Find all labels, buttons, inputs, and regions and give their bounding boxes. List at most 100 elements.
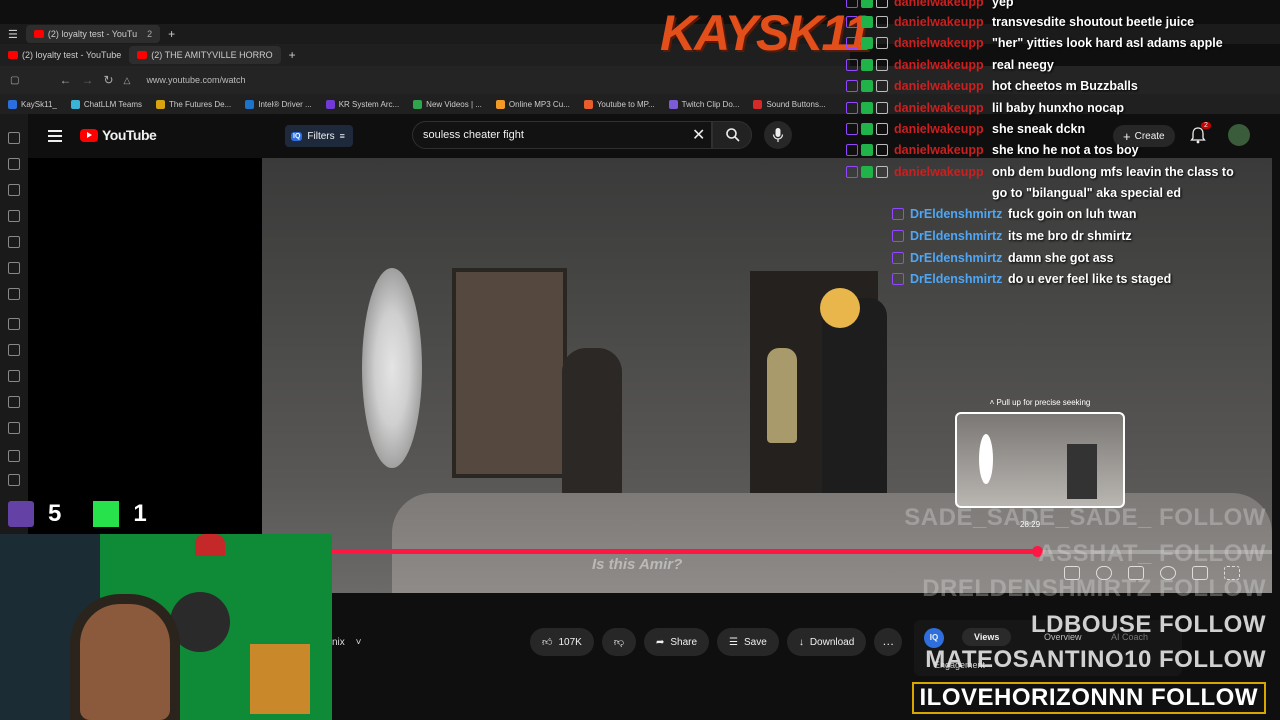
chat-badge-icon [876,102,888,114]
new-tab-button[interactable]: + [160,25,183,43]
tab-count: 2 [147,29,153,39]
sidebar-app-icon[interactable] [8,370,20,382]
bookmark-item[interactable]: Youtube to MP... [583,99,655,109]
menu-icon[interactable] [48,130,62,142]
chat-badges [846,119,888,135]
chat-badge-icon [861,16,873,28]
browser-tab-amityville[interactable]: (2) THE AMITYVILLE HORRO [129,46,281,64]
sidebar-app-icon[interactable] [8,158,20,170]
download-button[interactable]: ↓ Download [786,628,867,656]
chat-badge-icon [846,166,858,178]
bookmark-item[interactable]: Sound Buttons... [753,99,826,109]
reload-icon[interactable]: ↻ [103,73,113,87]
chat-badge-icon [876,0,888,8]
chat-text: fuck goin on luh twan [1008,207,1137,221]
chat-username: danielwakeupp [894,58,984,72]
bookmark-item[interactable]: Online MP3 Cu... [495,99,570,109]
back-icon[interactable]: ← [59,73,71,87]
emoji-face-icon [820,288,860,328]
streamer-logo: KAYSK11 [660,5,871,61]
chat-text: its me bro dr shmirtz [1008,229,1132,243]
search-input[interactable]: souless cheater fight [412,121,712,149]
sidebar-app-icon[interactable] [8,236,20,248]
clear-search-icon[interactable]: ✕ [692,125,705,145]
voice-search-button[interactable] [764,121,792,149]
chat-badge-icon [846,0,858,8]
bookmark-favicon-icon [155,99,165,109]
like-button[interactable]: 👍︎ 107K [530,628,594,656]
bookmark-item[interactable]: Twitch Clip Do... [668,99,739,109]
sidebar-app-icon[interactable] [8,474,20,486]
filters-button[interactable]: IQ Filters ≡ [285,125,353,147]
sidebar-app-icon[interactable] [8,450,20,462]
chat-badge-icon [861,144,873,156]
chat-message: danielwakeupp hot cheetos m Buzzballs [846,76,1242,97]
sidebar-toggle-icon[interactable]: ▢ [10,75,19,86]
share-button[interactable]: ➦ Share [643,628,710,656]
follow-alert: LDBOUSE FOLLOW [1031,610,1266,638]
bookmark-item[interactable]: KR System Arc... [325,99,399,109]
chat-text: lil baby hunxho nocap [992,101,1124,115]
chat-message: danielwakeupp real neegy [846,55,1242,76]
bookmark-item[interactable]: New Videos | ... [413,99,482,109]
download-label: Download [809,636,855,648]
bookmark-favicon-icon [668,99,678,109]
tab-menu[interactable]: ☰ [0,25,26,43]
forward-icon[interactable]: → [81,73,93,87]
sidebar-app-icon[interactable] [8,422,20,434]
save-button[interactable]: ☰ Save [717,628,779,656]
chat-badges [846,0,888,8]
sidebar-app-icon[interactable] [8,344,20,356]
bookmark-item[interactable]: ChatLLM Teams [70,99,142,109]
bookmark-label: Youtube to MP... [596,99,655,109]
seek-hint: ˄ Pull up for precise seeking [960,398,1120,407]
url-field[interactable]: www.youtube.com/watch [146,75,245,85]
bookmark-favicon-icon [583,99,593,109]
follow-alert: DRELDENSHMIRTZ FOLLOW [922,575,1266,602]
site-info-icon[interactable]: △ [124,75,131,86]
sidebar-app-icon[interactable] [8,262,20,274]
bookmark-item[interactable]: KaySk11_ [8,99,57,109]
chat-username: danielwakeupp [894,122,984,136]
chevron-up-icon: ˄ [989,398,995,407]
browser-tab-loyalty[interactable]: (2) loyalty test - YouTu 2 [25,25,161,43]
sidebar-app-icon[interactable] [8,184,20,196]
sliders-icon: ≡ [339,131,345,141]
bookmark-label: Intel® Driver ... [258,99,312,109]
video-frame-person [822,298,887,498]
follow-alert: ASSHAT_ FOLLOW [1038,539,1266,567]
youtube-logo[interactable]: YouTube [80,127,157,143]
chat-text: transvesdite shoutout beetle juice [992,15,1195,29]
sidebar-app-icon[interactable] [8,210,20,222]
sidebar-app-icon[interactable] [8,132,20,144]
sidebar-app-icon[interactable] [8,396,20,408]
follow-alert: MATEOSANTINO10 FOLLOW [925,646,1266,673]
search-icon [726,128,740,142]
chat-username: danielwakeupp [894,15,984,29]
search-button[interactable] [712,121,752,149]
bookmark-item[interactable]: Intel® Driver ... [245,99,312,109]
webcam-streamer-face [80,604,170,720]
chat-badge-icon [846,80,858,92]
bookmark-item[interactable]: The Futures De... [155,99,231,109]
iq-logo-icon: IQ [924,628,944,648]
bookmark-label: KaySk11_ [21,99,57,109]
sidebar-app-icon[interactable] [8,288,20,300]
save-label: Save [744,636,767,648]
thumbs-down-icon: 👎︎ [613,637,624,648]
youtube-favicon-icon [8,51,18,59]
bookmark-label: New Videos | ... [426,99,482,109]
bookmark-label: ChatLLM Teams [83,99,142,109]
more-actions-button[interactable]: … [874,628,903,656]
dislike-button[interactable]: 👎︎ [601,628,636,656]
chat-badge-icon [876,16,888,28]
mix-label[interactable]: nix ˅ [332,637,522,648]
chevron-down-icon: ˅ [355,636,362,648]
chat-badge-icon [846,123,858,135]
sidebar-app-icon[interactable] [8,318,20,330]
browser-tab-loyalty-2[interactable]: (2) loyalty test - YouTube [0,46,129,64]
tab-views[interactable]: Views [962,628,1012,646]
twitch-icon [8,501,34,527]
chat-badge-icon [861,123,873,135]
new-tab-button[interactable]: + [281,46,304,64]
